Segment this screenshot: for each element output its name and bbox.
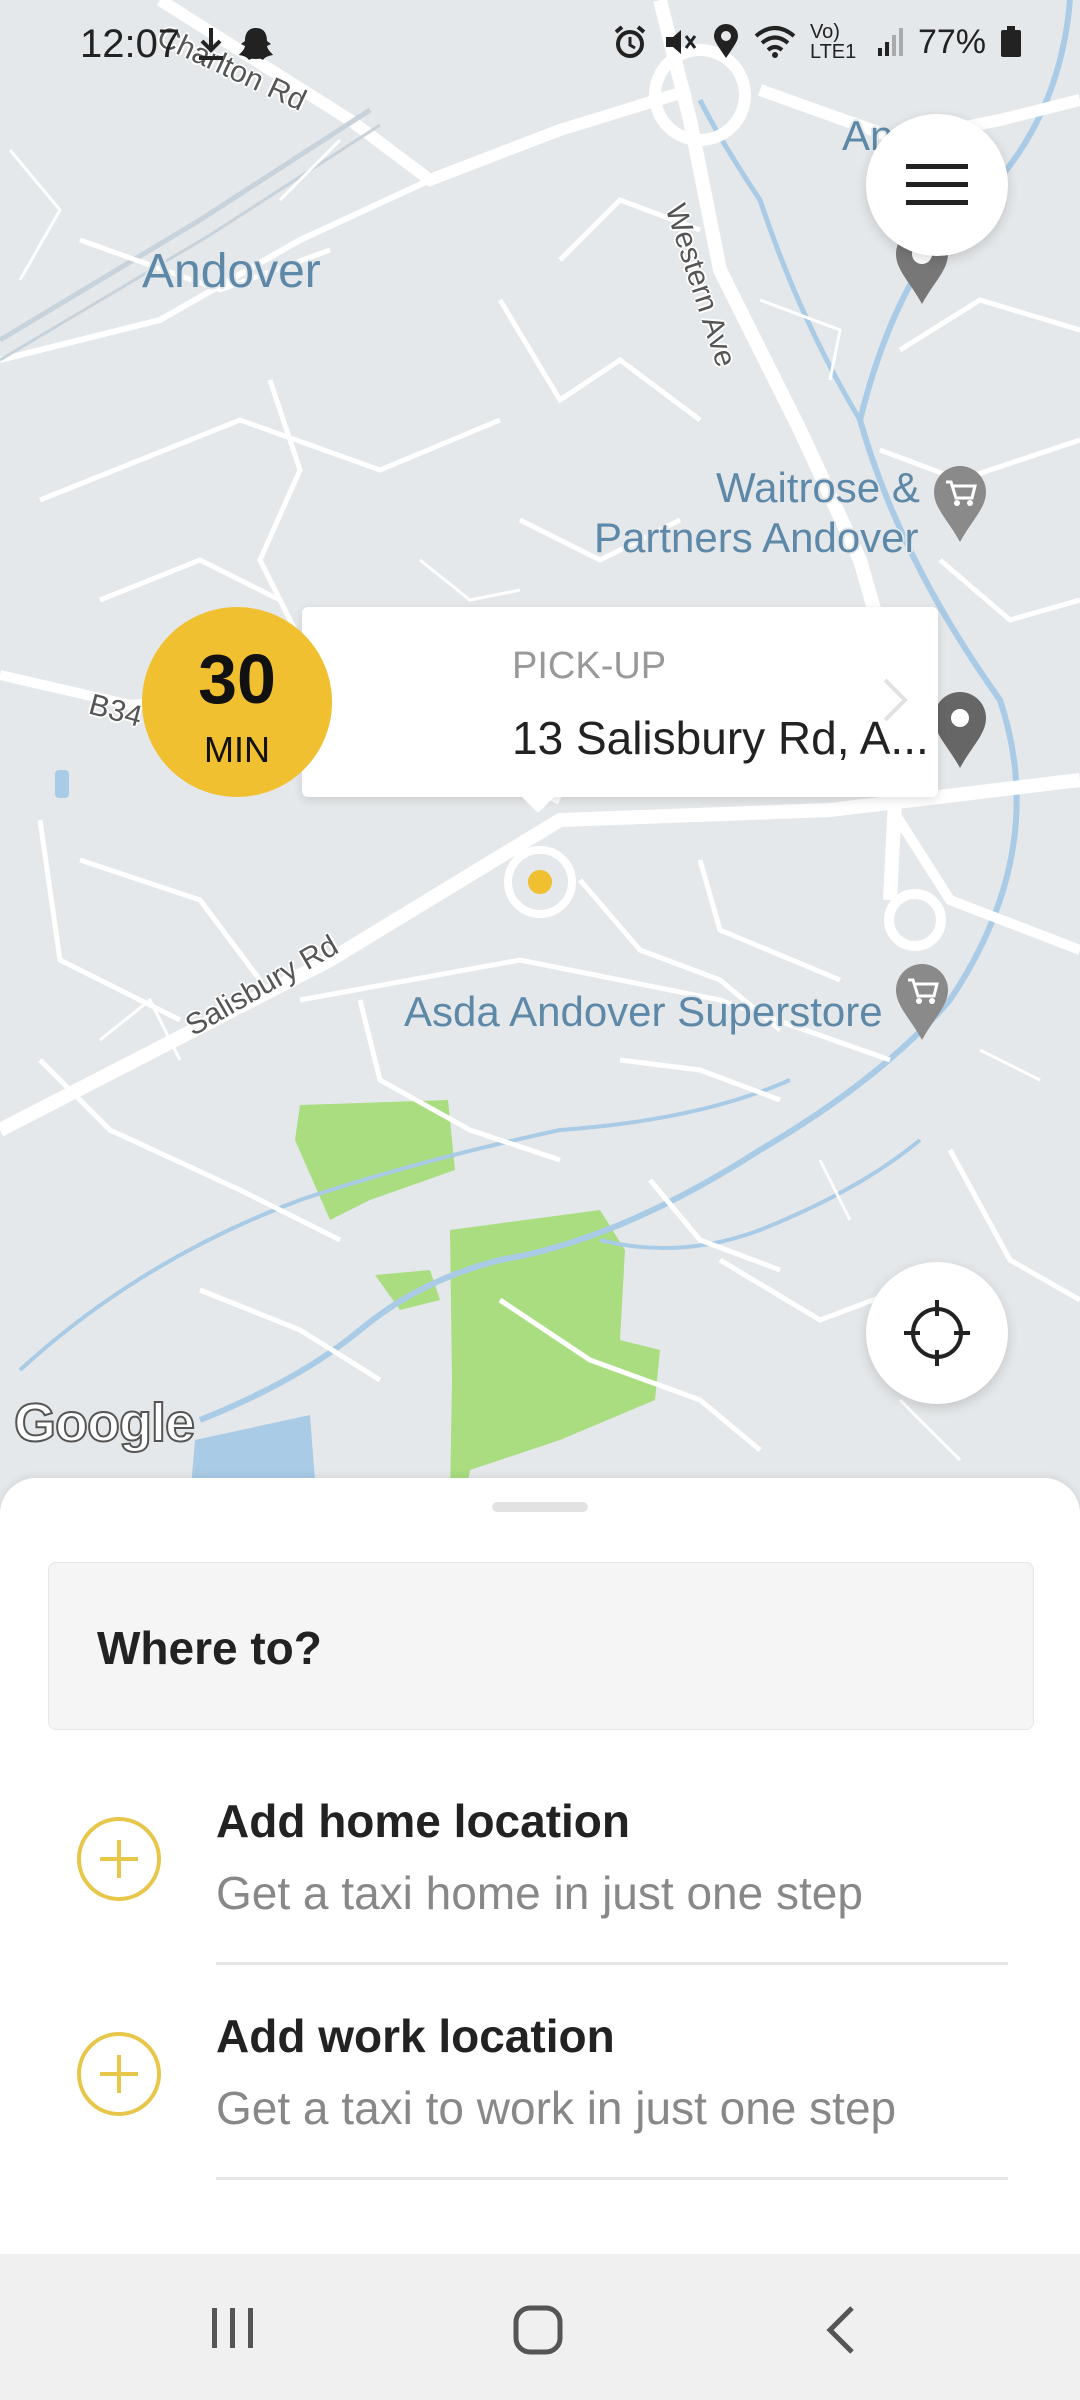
add-work-title: Add work location: [216, 2010, 615, 2062]
add-home-subtitle: Get a taxi home in just one step: [216, 1867, 863, 1919]
recent-apps-icon[interactable]: [208, 2304, 258, 2352]
menu-button[interactable]: [866, 114, 1008, 256]
shopping-cart-pin-icon[interactable]: [892, 962, 952, 1042]
battery-percent: 77%: [917, 22, 986, 61]
battery-icon: [1001, 26, 1021, 57]
eta-value: 30: [198, 640, 276, 718]
location-pin-icon[interactable]: [930, 690, 990, 770]
pickup-address: 13 Salisbury Rd, A...: [512, 712, 929, 764]
destination-search-field[interactable]: Where to?: [48, 1562, 1034, 1730]
map-label-town: Andover: [142, 245, 321, 298]
status-time: 12:07: [80, 22, 181, 66]
add-work-location-item[interactable]: Add work location Get a taxi to work in …: [0, 1991, 1080, 2191]
location-icon: [713, 24, 738, 58]
map-label-waitrose[interactable]: Waitrose &: [716, 464, 920, 512]
plus-circle-icon: [77, 2032, 161, 2116]
download-icon: [199, 28, 223, 60]
chevron-right-icon: [883, 678, 908, 722]
divider: [216, 1962, 1008, 1965]
pickup-card[interactable]: PICK-UP 13 Salisbury Rd, A...: [302, 607, 938, 813]
add-home-location-item[interactable]: Add home location Get a taxi home in jus…: [0, 1776, 1080, 1976]
google-logo: Google: [13, 1392, 196, 1454]
mute-icon: [665, 30, 697, 54]
add-home-title: Add home location: [216, 1795, 630, 1847]
pickup-callout[interactable]: PICK-UP 13 Salisbury Rd, A... 30 MIN: [142, 607, 938, 813]
status-bar: 12:07 Vo) LTE1 77%: [0, 0, 1080, 96]
back-icon[interactable]: [822, 2304, 858, 2356]
eta-unit: MIN: [204, 729, 270, 770]
network-type: Vo) LTE1: [809, 21, 857, 63]
sheet-drag-handle[interactable]: [492, 1502, 588, 1512]
bottom-sheet: Where to? Add home location Get a taxi h…: [0, 1478, 1080, 2254]
wifi-icon: [754, 26, 796, 58]
crosshair-icon: [904, 1300, 970, 1366]
signal-icon: [877, 28, 903, 56]
pickup-label: PICK-UP: [512, 645, 667, 687]
plus-circle-icon: [77, 1817, 161, 1901]
snapchat-icon: [239, 28, 273, 60]
callout-pointer: [520, 795, 556, 813]
map-label-waitrose-2[interactable]: Partners Andover: [594, 514, 919, 562]
recenter-button[interactable]: [866, 1262, 1008, 1404]
system-navigation-bar: [0, 2254, 1080, 2400]
home-icon[interactable]: [512, 2304, 564, 2356]
shopping-cart-pin-icon[interactable]: [930, 464, 990, 544]
alarm-icon: [614, 25, 646, 58]
divider: [216, 2177, 1008, 2180]
search-placeholder: Where to?: [97, 1622, 322, 1674]
map-label-asda[interactable]: Asda Andover Superstore: [404, 988, 883, 1036]
add-work-subtitle: Get a taxi to work in just one step: [216, 2082, 897, 2134]
hamburger-menu-icon: [906, 164, 968, 205]
eta-badge: 30 MIN: [142, 607, 332, 797]
